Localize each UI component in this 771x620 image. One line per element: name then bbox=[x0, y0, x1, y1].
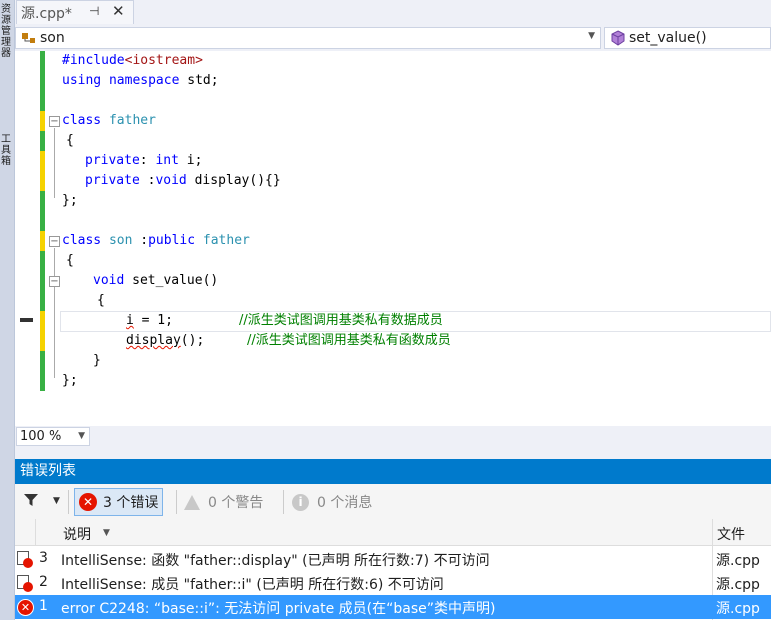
code-line-5: { bbox=[66, 133, 74, 148]
member-value: set_value() bbox=[629, 30, 707, 46]
errors-count-label: 3 个错误 bbox=[103, 495, 159, 511]
row-description: IntelliSense: 成员 "father::i" (已声明 所在行数:6… bbox=[61, 577, 444, 593]
code-line-1: #include<iostream> bbox=[62, 53, 203, 68]
code-line-14: i = 1; bbox=[126, 313, 173, 328]
error-list-toolbar: ▼ ✕ 3 个错误 0 个警告 i 0 个消息 bbox=[15, 484, 771, 519]
collapse-outline-toggle[interactable]: − bbox=[49, 236, 60, 247]
table-row[interactable]: 2 IntelliSense: 成员 "father::i" (已声明 所在行数… bbox=[15, 571, 771, 595]
row-description: error C2248: “base::i”: 无法访问 private 成员(… bbox=[61, 601, 496, 617]
error-icon: ✕ bbox=[79, 493, 97, 511]
filter-icon[interactable] bbox=[23, 492, 39, 512]
code-line-15: display(); bbox=[126, 333, 205, 348]
column-divider bbox=[35, 519, 36, 546]
table-header: 说明 ▼ 文件 bbox=[15, 519, 771, 546]
code-line-4: class father bbox=[62, 113, 156, 128]
left-side-panel-strip[interactable]: 资源管理器 工具箱 bbox=[0, 0, 15, 620]
document-tab-strip: 源.cpp* ⊣ ✕ bbox=[15, 0, 771, 24]
change-bar-saved bbox=[40, 131, 45, 151]
row-file: 源.cpp bbox=[716, 553, 760, 569]
errors-filter-button[interactable]: ✕ 3 个错误 bbox=[74, 488, 164, 516]
document-tab-title: 源.cpp* bbox=[21, 5, 72, 22]
change-bar-saved bbox=[40, 191, 45, 231]
zoom-level-value: 100 % bbox=[20, 429, 62, 444]
code-line-10: class son :public father bbox=[62, 233, 250, 248]
error-list-title-bar[interactable]: 错误列表 bbox=[15, 459, 771, 484]
method-icon bbox=[611, 30, 625, 46]
code-line-8: }; bbox=[62, 193, 78, 208]
class-icon bbox=[22, 33, 35, 43]
navigation-bar: son ▼ set_value() bbox=[15, 26, 771, 51]
collapse-outline-toggle[interactable]: − bbox=[49, 116, 60, 127]
info-icon: i bbox=[292, 493, 309, 511]
code-line-7: private :void display(){} bbox=[85, 173, 281, 188]
chevron-down-icon: ▼ bbox=[78, 431, 85, 441]
sort-arrow-icon: ▼ bbox=[103, 528, 110, 538]
intellisense-error-icon bbox=[17, 575, 33, 592]
column-header-file[interactable]: 文件 bbox=[717, 524, 745, 544]
warning-icon bbox=[184, 494, 200, 510]
scope-value: son bbox=[40, 30, 65, 46]
member-dropdown[interactable]: set_value() bbox=[604, 27, 771, 49]
row-file: 源.cpp bbox=[716, 577, 760, 593]
toolbar-separator bbox=[176, 490, 177, 514]
code-comment-15: //派生类试图调用基类私有函数成员 bbox=[247, 333, 451, 348]
messages-count-label: 0 个消息 bbox=[317, 495, 373, 511]
pin-icon[interactable]: ⊣ bbox=[89, 4, 99, 18]
column-header-description[interactable]: 说明 bbox=[63, 524, 91, 544]
row-file: 源.cpp bbox=[716, 601, 760, 617]
table-row-selected[interactable]: ✕ 1 error C2248: “base::i”: 无法访问 private… bbox=[15, 595, 771, 619]
error-list-table: 说明 ▼ 文件 3 IntelliSense: 函数 "father::disp… bbox=[15, 519, 771, 620]
current-line-marker bbox=[20, 318, 33, 322]
code-line-11: { bbox=[66, 253, 74, 268]
row-number: 3 bbox=[39, 550, 48, 566]
toolbar-separator bbox=[68, 490, 69, 514]
code-line-17: }; bbox=[62, 373, 78, 388]
close-icon[interactable]: ✕ bbox=[112, 2, 125, 20]
row-number: 1 bbox=[39, 598, 48, 614]
messages-filter-button[interactable]: i 0 个消息 bbox=[288, 488, 376, 516]
change-bar-saved bbox=[40, 351, 45, 391]
code-comment-14: //派生类试图调用基类私有数据成员 bbox=[239, 313, 443, 328]
filter-dropdown-arrow[interactable]: ▼ bbox=[53, 496, 60, 506]
warnings-count-label: 0 个警告 bbox=[208, 495, 264, 511]
error-list-title: 错误列表 bbox=[20, 463, 76, 479]
solution-explorer-tab[interactable]: 资源管理器 bbox=[1, 4, 13, 59]
code-line-6: private: int i; bbox=[85, 153, 203, 168]
toolbar-separator bbox=[283, 490, 284, 514]
change-bar-unsaved bbox=[40, 111, 45, 131]
code-editor[interactable]: − − − #include<iostream> using namespace… bbox=[15, 51, 771, 426]
row-number: 2 bbox=[39, 574, 48, 590]
intellisense-error-icon bbox=[17, 551, 33, 568]
toolbox-tab[interactable]: 工具箱 bbox=[1, 134, 13, 167]
change-bar-unsaved bbox=[40, 151, 45, 191]
table-row[interactable]: 3 IntelliSense: 函数 "father::display" (已声… bbox=[15, 547, 771, 571]
scope-dropdown[interactable]: son ▼ bbox=[15, 27, 601, 49]
code-line-13: { bbox=[97, 293, 105, 308]
chevron-down-icon: ▼ bbox=[588, 31, 595, 41]
warnings-filter-button[interactable]: 0 个警告 bbox=[180, 488, 267, 516]
error-icon: ✕ bbox=[17, 599, 34, 616]
code-line-16: } bbox=[93, 353, 101, 368]
editor-status-bar: 100 % ▼ bbox=[15, 426, 771, 447]
document-tab[interactable]: 源.cpp* ⊣ ✕ bbox=[16, 0, 134, 24]
zoom-level-dropdown[interactable]: 100 % ▼ bbox=[16, 427, 90, 446]
code-line-2: using namespace std; bbox=[62, 73, 219, 88]
collapse-outline-toggle[interactable]: − bbox=[49, 276, 60, 287]
outline-guide bbox=[54, 248, 55, 378]
change-bar-unsaved bbox=[40, 231, 45, 251]
change-bar-saved bbox=[40, 51, 45, 111]
outline-guide bbox=[54, 128, 55, 198]
code-line-12: void set_value() bbox=[93, 273, 219, 288]
change-bar-unsaved bbox=[40, 311, 45, 351]
change-bar-saved bbox=[40, 251, 45, 311]
row-description: IntelliSense: 函数 "father::display" (已声明 … bbox=[61, 553, 490, 569]
